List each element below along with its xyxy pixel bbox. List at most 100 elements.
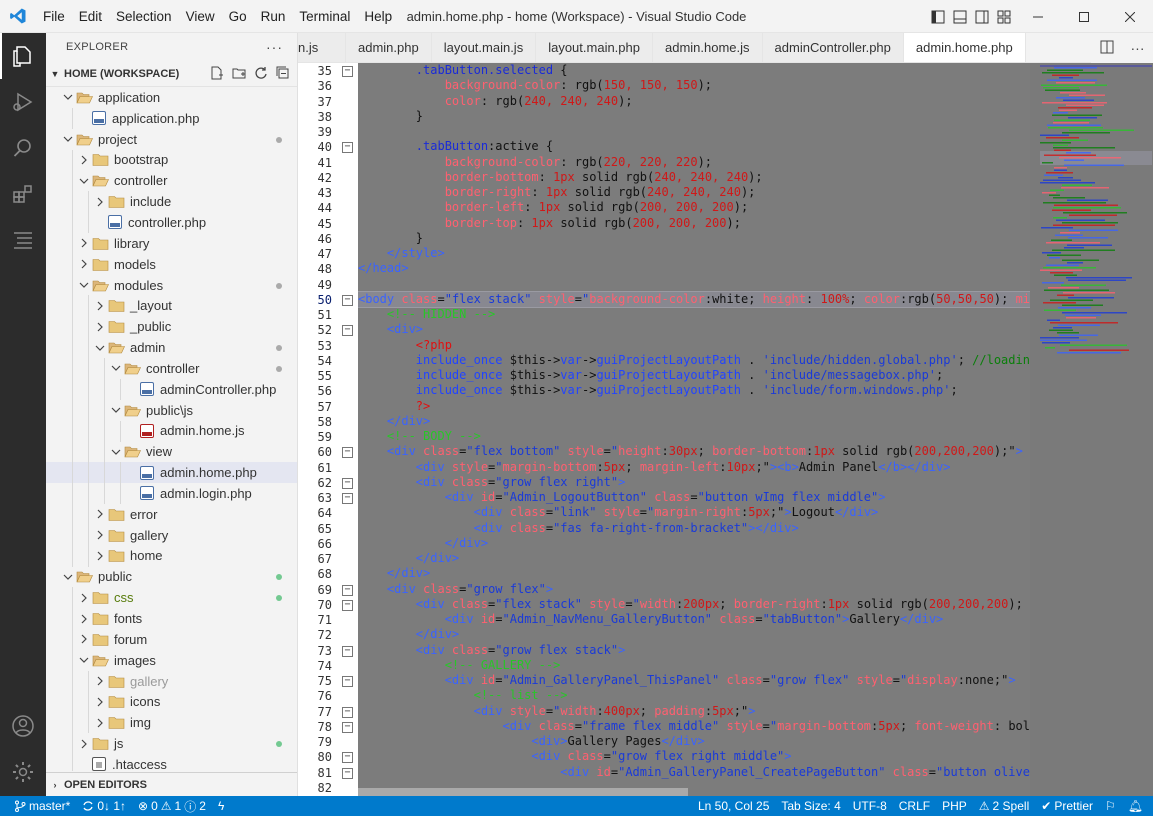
more-actions-icon[interactable]: ··· xyxy=(266,39,283,55)
folder-project[interactable]: project xyxy=(46,129,297,150)
folder-view[interactable]: view xyxy=(46,441,297,463)
fold-toggle-icon[interactable]: − xyxy=(342,142,353,154)
file-admin-home-php[interactable]: admin.home.php xyxy=(46,462,297,484)
fold-toggle-icon[interactable]: − xyxy=(342,752,353,764)
menu-item-help[interactable]: Help xyxy=(357,0,399,33)
refresh-icon[interactable] xyxy=(253,65,269,81)
settings-gear-icon[interactable] xyxy=(0,749,46,795)
file-application-php[interactable]: application.php xyxy=(46,107,297,129)
menu-item-terminal[interactable]: Terminal xyxy=(292,0,357,33)
folder-css[interactable]: css xyxy=(46,587,297,609)
split-editor-icon[interactable] xyxy=(1100,40,1114,57)
fold-toggle-icon[interactable]: − xyxy=(342,477,353,489)
fold-toggle-icon[interactable]: − xyxy=(342,447,353,459)
git-branch[interactable]: master* xyxy=(0,799,76,813)
search-icon[interactable] xyxy=(0,125,46,171)
code-editor[interactable]: 35−36 37 38 39 40−41 42 43 44 45 46 47 48 49 50−51 52−… xyxy=(298,63,1153,796)
end-of-line[interactable]: CRLF xyxy=(893,799,936,813)
more-actions-icon[interactable]: ··· xyxy=(1131,40,1145,56)
fold-toggle-icon[interactable]: − xyxy=(342,325,353,337)
live-share-icon[interactable]: ϟ xyxy=(212,799,230,813)
prettier[interactable]: ✔ Prettier xyxy=(1035,799,1099,813)
fold-toggle-icon[interactable]: − xyxy=(342,493,353,504)
open-editors-section[interactable]: › OPEN EDITORS xyxy=(46,772,297,796)
menu-item-edit[interactable]: Edit xyxy=(72,0,109,33)
workspace-header[interactable]: ▼ HOME (WORKSPACE) xyxy=(46,61,297,87)
folder-layout[interactable]: _layout xyxy=(46,295,297,317)
fold-toggle-icon[interactable]: − xyxy=(342,767,353,779)
folder-admin[interactable]: admin xyxy=(46,337,297,359)
menu-item-run[interactable]: Run xyxy=(254,0,293,33)
tab-n-js[interactable]: n.js xyxy=(298,33,346,62)
minimize-button[interactable] xyxy=(1015,0,1061,33)
folder-application[interactable]: application xyxy=(46,87,297,108)
folder-public-js[interactable]: public\js xyxy=(46,399,297,421)
folder-js[interactable]: js xyxy=(46,733,297,755)
folder-gallery[interactable]: gallery xyxy=(46,524,297,546)
fold-toggle-icon[interactable]: − xyxy=(342,721,353,733)
feedback-icon[interactable]: ⚐ xyxy=(1099,799,1122,813)
tab-layout-main-js[interactable]: layout.main.js xyxy=(431,33,537,62)
file-admin-login-php[interactable]: admin.login.php xyxy=(46,483,297,505)
accounts-icon[interactable] xyxy=(0,703,46,749)
vscode-logo-icon[interactable] xyxy=(0,0,36,33)
problems[interactable]: ⊗ 0 ⚠ 1 ⓘ 2 xyxy=(132,798,212,815)
run-debug-icon[interactable] xyxy=(0,79,46,125)
tab-admin-home-js[interactable]: admin.home.js xyxy=(652,33,763,62)
fold-toggle-icon[interactable]: − xyxy=(342,645,353,657)
toggle-panel-icon[interactable] xyxy=(949,0,971,33)
horizontal-scrollbar[interactable] xyxy=(358,786,1030,796)
scrollbar-thumb[interactable] xyxy=(358,788,688,796)
fold-toggle-icon[interactable]: − xyxy=(342,584,353,596)
folder-bootstrap[interactable]: bootstrap xyxy=(46,149,297,171)
collapse-all-icon[interactable] xyxy=(275,65,291,81)
folder-public[interactable]: _public xyxy=(46,316,297,338)
folder-home[interactable]: home xyxy=(46,545,297,567)
tab-admincontroller-php[interactable]: adminController.php xyxy=(762,33,904,62)
folder-forum[interactable]: forum xyxy=(46,628,297,650)
maximize-button[interactable] xyxy=(1061,0,1107,33)
file-htaccess[interactable]: .htaccess xyxy=(46,754,297,771)
menu-item-selection[interactable]: Selection xyxy=(109,0,179,33)
folder-img[interactable]: img xyxy=(46,712,297,734)
folder-fonts[interactable]: fonts xyxy=(46,608,297,630)
customize-layout-icon[interactable] xyxy=(993,0,1015,33)
folder-gallery[interactable]: gallery xyxy=(46,670,297,692)
folder-images[interactable]: images xyxy=(46,649,297,671)
menu-item-view[interactable]: View xyxy=(179,0,222,33)
git-sync[interactable]: 0↓ 1↑ xyxy=(76,799,132,813)
close-button[interactable] xyxy=(1107,0,1153,33)
file-controller-php[interactable]: controller.php xyxy=(46,212,297,234)
folder-include[interactable]: include xyxy=(46,191,297,213)
toggle-sidebar-icon[interactable] xyxy=(927,0,949,33)
encoding[interactable]: UTF-8 xyxy=(847,799,893,813)
folder-controller[interactable]: controller xyxy=(46,357,297,379)
cursor-position[interactable]: Ln 50, Col 25 xyxy=(692,799,775,813)
menu-item-file[interactable]: File xyxy=(36,0,72,33)
tab-admin-php[interactable]: admin.php xyxy=(346,33,432,62)
folder-library[interactable]: library xyxy=(46,232,297,254)
new-folder-icon[interactable] xyxy=(231,65,247,81)
file-admincontroller-php[interactable]: adminController.php xyxy=(46,378,297,400)
fold-toggle-icon[interactable]: − xyxy=(342,706,353,718)
folder-icons[interactable]: icons xyxy=(46,691,297,713)
folder-controller[interactable]: controller xyxy=(46,170,297,192)
tab-layout-main-php[interactable]: layout.main.php xyxy=(536,33,653,62)
fold-toggle-icon[interactable]: − xyxy=(342,294,353,306)
fold-toggle-icon[interactable]: − xyxy=(342,676,353,687)
notifications-bell-icon[interactable]: 🔔︎ xyxy=(1122,799,1153,813)
fold-toggle-icon[interactable]: − xyxy=(342,66,353,77)
outline-icon[interactable] xyxy=(0,217,46,263)
language-mode[interactable]: PHP xyxy=(936,799,973,813)
folder-modules[interactable]: modules xyxy=(46,274,297,296)
fold-toggle-icon[interactable]: − xyxy=(342,599,353,611)
spell-check[interactable]: ⚠ 2 Spell xyxy=(973,799,1035,813)
menu-item-go[interactable]: Go xyxy=(222,0,254,33)
code-area[interactable]: .tabButton.selected { background-color: … xyxy=(358,63,1030,796)
new-file-icon[interactable] xyxy=(209,65,225,81)
tab-size[interactable]: Tab Size: 4 xyxy=(775,799,846,813)
toggle-secondary-sidebar-icon[interactable] xyxy=(971,0,993,33)
folder-models[interactable]: models xyxy=(46,253,297,275)
explorer-icon[interactable] xyxy=(0,33,46,79)
folder-error[interactable]: error xyxy=(46,503,297,525)
